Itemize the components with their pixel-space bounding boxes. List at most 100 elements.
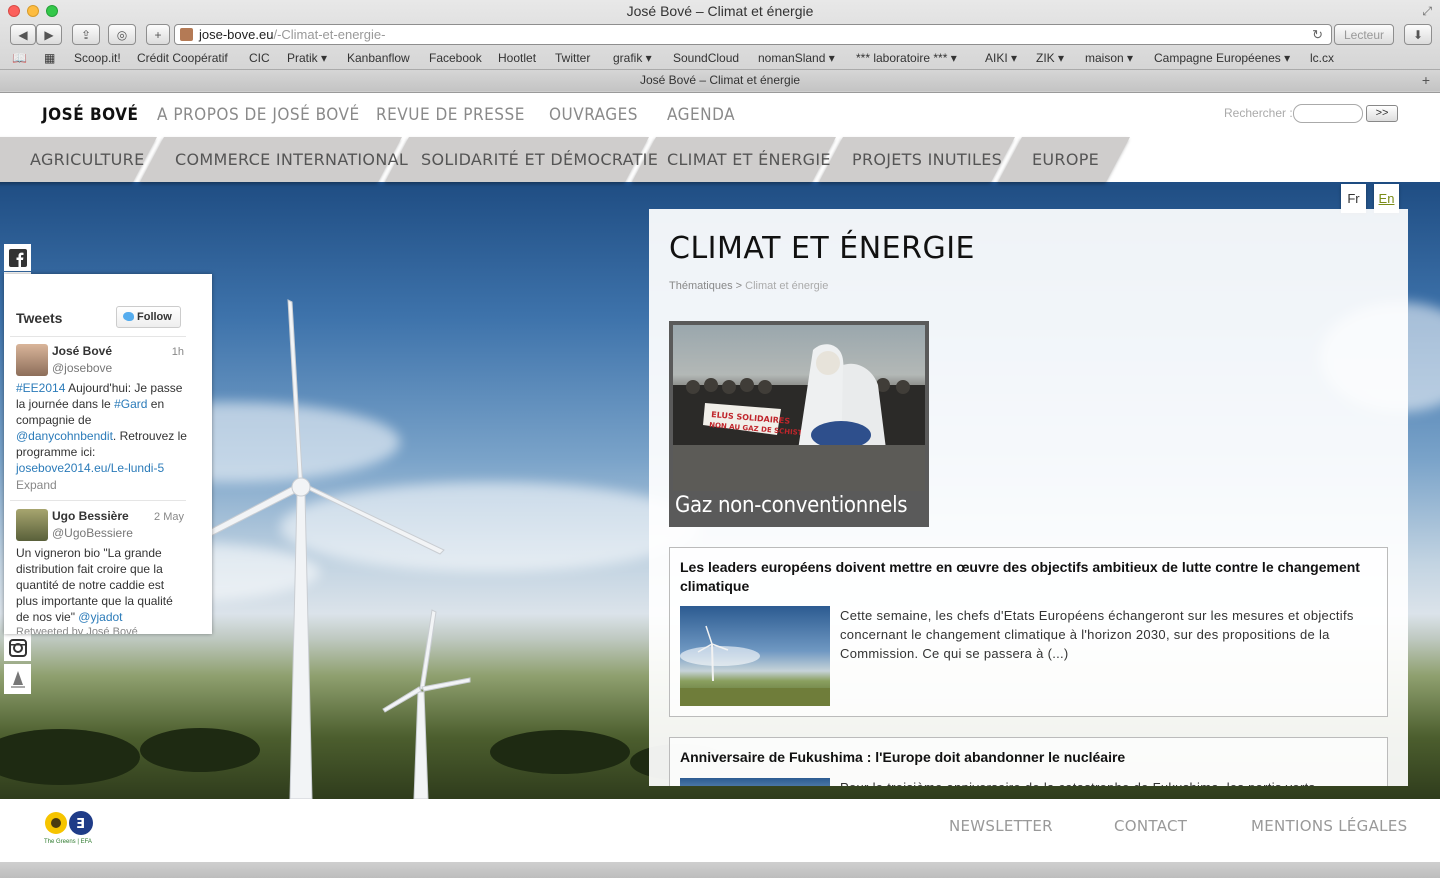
theme-europe[interactable]: EUROPE [1032,150,1099,169]
close-window-icon[interactable] [8,5,20,17]
avatar[interactable] [16,344,48,376]
feature-label[interactable]: Gaz non-conventionnels [675,493,908,518]
avatar[interactable] [16,509,48,541]
reading-list-icon[interactable]: 📖 [12,51,27,65]
instagram-icon[interactable] [4,634,31,661]
tweet-body: #EE2014 Aujourd'hui: Je passe la journée… [16,381,187,475]
footer-newsletter[interactable]: NEWSLETTER [949,817,1053,835]
nav-about[interactable]: A PROPOS DE JOSÉ BOVÉ [157,105,360,125]
url-path: /-Climat-et-energie- [273,27,386,42]
twitter-widget[interactable]: Tweets Follow José Bové @josebove 1h #EE… [4,274,212,634]
add-tab-icon[interactable]: + [1422,70,1430,90]
window-title: José Bové – Climat et énergie [626,3,814,19]
bookmark-item[interactable]: CIC [249,51,270,65]
breadcrumb-current: Climat et énergie [745,280,829,292]
bookmark-item[interactable]: grafik ▾ [613,51,652,65]
site-footer: Ǝ The Greens | EFA NEWSLETTER CONTACT ME… [0,799,1440,863]
theme-agriculture[interactable]: AGRICULTURE [30,150,145,169]
downloads-button[interactable]: ⬇ [1404,24,1432,45]
bookmark-item[interactable]: Kanbanflow [347,51,410,65]
nav-press[interactable]: REVUE DE PRESSE [376,105,525,125]
bookmark-item[interactable]: AIKI ▾ [985,51,1017,65]
search-submit-button[interactable]: >> [1366,105,1398,122]
theme-commerce[interactable]: COMMERCE INTERNATIONAL [175,150,408,169]
new-tab-button[interactable]: + [146,24,170,45]
reader-button[interactable]: Lecteur [1334,24,1394,45]
forward-button[interactable]: ▶ [36,24,62,45]
follow-button[interactable]: Follow [116,306,181,328]
url-host: jose-bove.eu [199,27,274,42]
dailymotion-icon[interactable] [4,664,31,694]
bookmarks-bar: 📖 ▦ Scoop.it! Crédit Coopératif CIC Pratik … [0,48,1440,69]
content-panel: CLIMAT ET ÉNERGIE Thématiques > Climat e… [649,209,1408,786]
tweet-author[interactable]: José Bové [52,344,112,358]
bookmark-item[interactable]: Crédit Coopératif [137,51,228,65]
nav-books[interactable]: OUVRAGES [549,105,638,125]
browser-chrome: José Bové – Climat et énergie ⤢ ◀ ▶ ⇪ ◎ … [0,0,1440,93]
tweet-author[interactable]: Ugo Bessière [52,509,129,523]
bookmark-item[interactable]: *** laboratoire *** ▾ [856,51,957,65]
nav-agenda[interactable]: AGENDA [667,105,735,125]
back-button[interactable]: ◀ [10,24,36,45]
extensions-button[interactable]: ◎ [108,24,136,45]
breadcrumb-separator: > [735,280,743,292]
tweet-time[interactable]: 1h [172,346,184,358]
article-title[interactable]: Les leaders européens doivent mettre en … [680,558,1360,596]
tab-bar: José Bové – Climat et énergie + [0,69,1440,91]
site-brand[interactable]: JOSÉ BOVÉ [42,105,138,125]
fullscreen-icon[interactable]: ⤢ [1422,0,1432,22]
breadcrumb-root[interactable]: Thématiques [669,280,733,292]
address-bar[interactable]: jose-bove.eu/-Climat-et-energie- ↻ [174,24,1332,45]
bookmark-item[interactable]: ZIK ▾ [1036,51,1064,65]
protest-illustration: ELUS SOLIDAIRES NON AU GAZ DE SCHISTE [673,344,925,491]
zoom-window-icon[interactable] [46,5,58,17]
window-bottom-edge [0,862,1440,878]
bookmark-item[interactable]: Hootlet [498,51,536,65]
article-card[interactable]: Les leaders européens doivent mettre en … [669,547,1388,717]
tweet-item[interactable]: Ugo Bessière @UgoBessiere 2 May Un vigne… [8,509,188,634]
top-sites-icon[interactable]: ▦ [44,51,55,65]
tweet-handle[interactable]: @UgoBessiere [52,526,133,540]
reload-icon[interactable]: ↻ [1312,25,1323,44]
theme-solidarite[interactable]: SOLIDARITÉ ET DÉMOCRATIE [421,150,658,169]
browser-toolbar: ◀ ▶ ⇪ ◎ + jose-bove.eu/-Climat-et-energi… [0,22,1440,48]
article-thumbnail[interactable] [680,606,830,706]
tweet-body: Un vigneron bio "La grande distribution … [16,546,173,624]
bookmark-item[interactable]: Facebook [429,51,482,65]
bookmark-item[interactable]: Campagne Européenes ▾ [1154,51,1290,65]
tweet-handle[interactable]: @josebove [52,361,112,375]
feature-card[interactable]: ELUS SOLIDAIRES NON AU GAZ DE SCHISTE Ga… [669,321,929,527]
share-button[interactable]: ⇪ [72,24,100,45]
article-title[interactable]: Anniversaire de Fukushima : l'Europe doi… [680,748,1360,767]
facebook-icon[interactable] [4,244,31,271]
search-input[interactable] [1293,104,1363,123]
bookmark-item[interactable]: maison ▾ [1085,51,1133,65]
window-titlebar: José Bové – Climat et énergie ⤢ [0,0,1440,22]
minimize-window-icon[interactable] [27,5,39,17]
search-label: Rechercher : [1224,106,1293,120]
footer-contact[interactable]: CONTACT [1114,817,1187,835]
bookmark-item[interactable]: Scoop.it! [74,51,121,65]
favicon-icon [180,28,193,41]
tweet-item[interactable]: José Bové @josebove 1h #EE2014 Aujourd'h… [8,344,188,494]
tweet-time[interactable]: 2 May [154,511,184,523]
active-tab[interactable]: José Bové – Climat et énergie [640,73,800,87]
logo-text: The Greens | EFA [44,839,92,845]
footer-legal[interactable]: MENTIONS LÉGALES [1251,817,1407,835]
bookmark-item[interactable]: SoundCloud [673,51,739,65]
tweet-expand[interactable]: Expand [16,478,57,492]
page-title: CLIMAT ET ÉNERGIE [669,231,976,266]
article-thumbnail[interactable] [680,778,830,786]
bookmark-item[interactable]: lc.cx [1310,51,1334,65]
article-excerpt: Pour le troisième anniversaire de la cat… [840,778,1360,786]
bookmark-item[interactable]: Pratik ▾ [287,51,327,65]
theme-navigation: AGRICULTURE COMMERCE INTERNATIONAL SOLID… [0,137,1440,182]
theme-projets[interactable]: PROJETS INUTILES [852,150,1002,169]
theme-climat[interactable]: CLIMAT ET ÉNERGIE [667,150,831,169]
bookmark-item[interactable]: Twitter [555,51,590,65]
bookmark-item[interactable]: nomanSland ▾ [758,51,835,65]
article-card[interactable]: Anniversaire de Fukushima : l'Europe doi… [669,737,1388,786]
greens-efa-logo[interactable]: Ǝ The Greens | EFA [42,809,98,851]
svg-text:Ǝ: Ǝ [76,817,85,832]
retweet-note: Retweeted by José Bové [16,626,138,634]
